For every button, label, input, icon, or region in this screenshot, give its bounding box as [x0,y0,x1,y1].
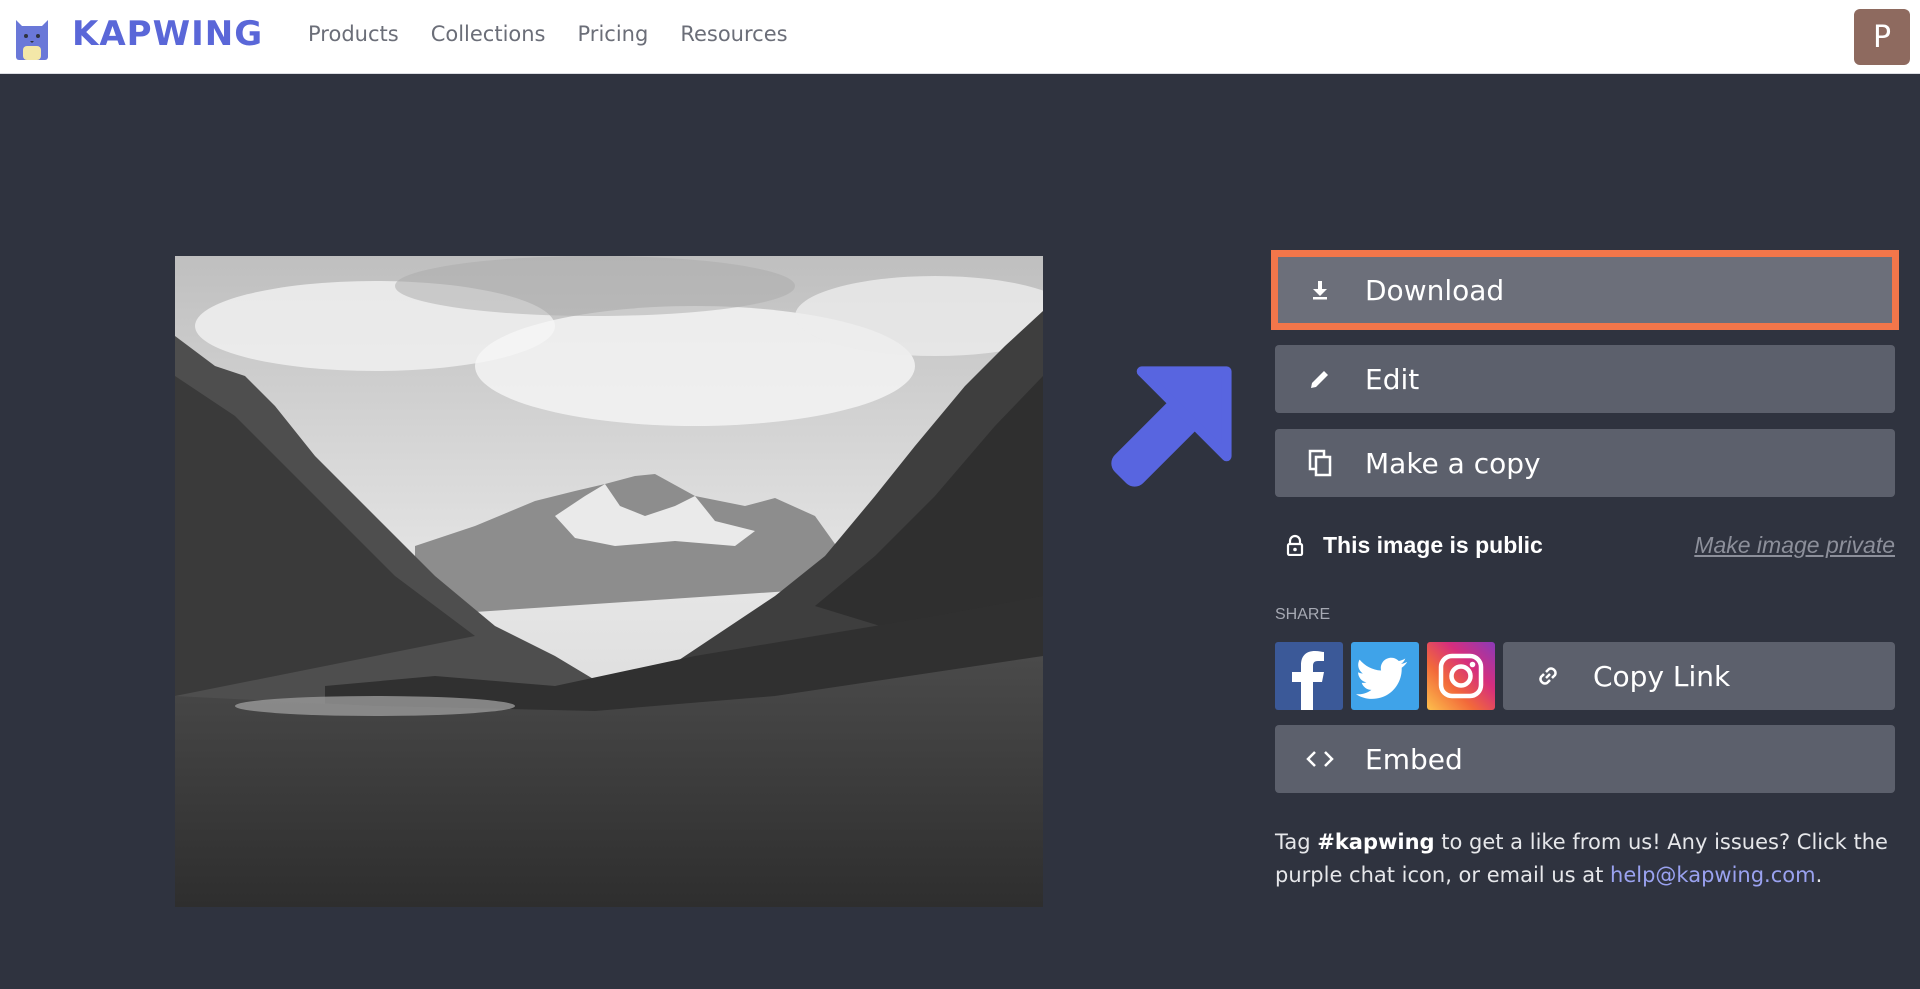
link-icon [1503,642,1593,710]
copy-link-label: Copy Link [1593,659,1731,693]
help-text-part3: . [1815,863,1823,887]
twitter-share-button[interactable] [1351,642,1419,710]
facebook-icon [1292,651,1324,710]
kapwing-cat-logo-icon[interactable] [14,14,50,62]
nav-collections[interactable]: Collections [431,22,546,46]
user-avatar[interactable]: P [1854,9,1910,65]
pointer-arrow-annotation [1111,366,1232,487]
download-icon [1275,256,1365,324]
edit-button[interactable]: Edit [1275,345,1895,413]
visibility-row: This image is public Make image private [1275,525,1895,565]
nav-resources[interactable]: Resources [680,22,787,46]
make-copy-label: Make a copy [1365,446,1541,480]
mountain-landscape-image [175,256,1043,907]
main-nav: Products Collections Pricing Resources [308,22,788,46]
share-heading: SHARE [1275,606,1331,623]
make-copy-button[interactable]: Make a copy [1275,429,1895,497]
top-navigation-bar: KAPWING Products Collections Pricing Res… [0,0,1920,74]
code-icon [1275,725,1365,793]
instagram-icon [1438,653,1484,699]
pencil-icon [1275,345,1365,413]
download-button[interactable]: Download [1275,256,1895,324]
facebook-share-button[interactable] [1275,642,1343,710]
embed-label: Embed [1365,742,1463,776]
help-text: Tag #kapwing to get a like from us! Any … [1275,826,1895,892]
visibility-status: This image is public [1323,531,1543,558]
make-private-link[interactable]: Make image private [1694,532,1895,559]
embed-button[interactable]: Embed [1275,725,1895,793]
copy-link-button[interactable]: Copy Link [1503,642,1895,710]
nav-products[interactable]: Products [308,22,399,46]
download-label: Download [1365,273,1505,307]
nav-pricing[interactable]: Pricing [578,22,649,46]
help-text-part1: Tag [1275,830,1318,854]
image-preview [175,256,1043,907]
twitter-icon [1356,657,1407,699]
instagram-share-button[interactable] [1427,642,1495,710]
support-email-link[interactable]: help@kapwing.com [1610,863,1816,887]
lock-icon [1275,534,1315,556]
brand-logo-text[interactable]: KAPWING [72,14,263,54]
edit-label: Edit [1365,362,1420,396]
copy-icon [1275,429,1365,497]
hashtag: #kapwing [1317,830,1435,854]
